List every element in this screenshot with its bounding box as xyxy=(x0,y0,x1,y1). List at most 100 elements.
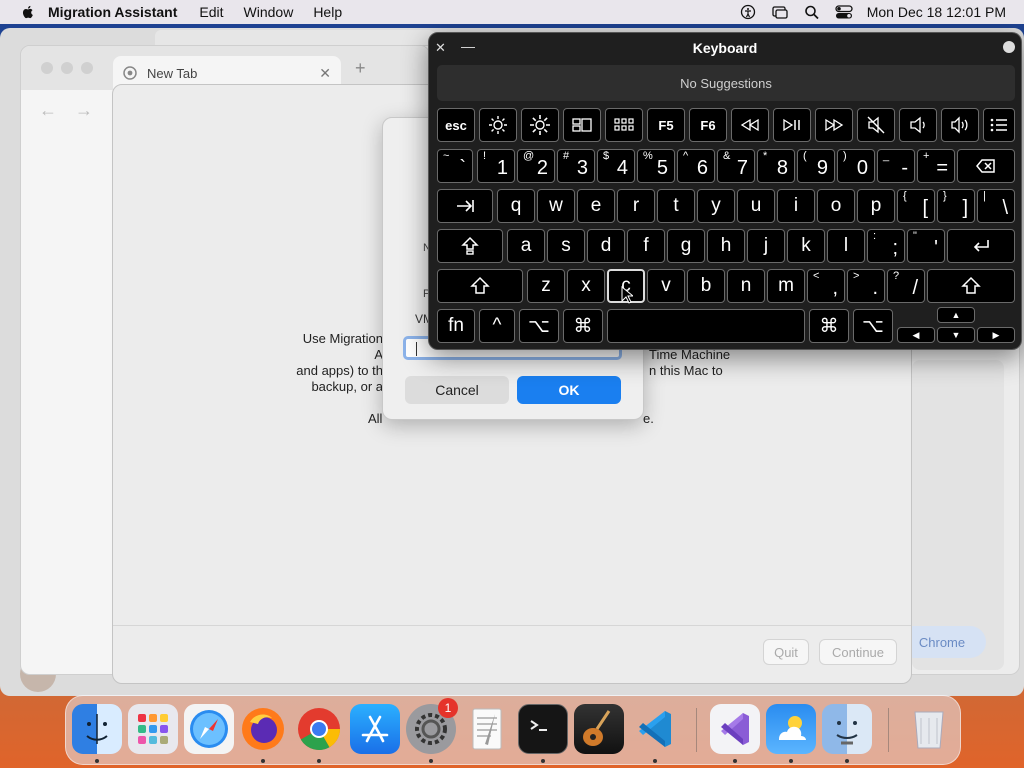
list-icon[interactable] xyxy=(983,108,1015,142)
key-x[interactable]: x xyxy=(567,269,605,303)
key-8[interactable]: * 8 xyxy=(757,149,795,183)
textedit-icon[interactable] xyxy=(462,704,512,754)
key-left-bracket[interactable]: {[ xyxy=(897,189,935,223)
key-u[interactable]: u xyxy=(737,189,775,223)
key-backslash[interactable]: | \ xyxy=(977,189,1015,223)
new-tab-icon[interactable]: + xyxy=(355,58,366,79)
key-q[interactable]: q xyxy=(497,189,535,223)
quit-button[interactable]: Quit xyxy=(763,639,809,665)
tab-icon[interactable] xyxy=(437,189,493,223)
caps-lock-icon[interactable] xyxy=(437,229,503,263)
left-shift-icon[interactable] xyxy=(437,269,523,303)
key-j[interactable]: j xyxy=(747,229,785,263)
continue-button[interactable]: Continue xyxy=(819,639,897,665)
visual-studio-icon[interactable] xyxy=(710,704,760,754)
key-space[interactable] xyxy=(607,309,805,343)
key-7[interactable]: & 7 xyxy=(717,149,755,183)
key-e[interactable]: e xyxy=(577,189,615,223)
arrow-left-icon[interactable]: ◀ xyxy=(897,327,935,343)
firefox-icon[interactable] xyxy=(238,704,288,754)
key-right-command[interactable]: ⌘ xyxy=(809,309,849,343)
key-left-option[interactable]: ⌥ xyxy=(519,309,559,343)
screen-mirroring-icon[interactable] xyxy=(771,4,789,20)
key-9[interactable]: (9 xyxy=(797,149,835,183)
migration-assistant-icon[interactable] xyxy=(822,704,872,754)
trash-icon[interactable] xyxy=(904,704,954,754)
key-h[interactable]: h xyxy=(707,229,745,263)
back-arrow-icon[interactable]: ← xyxy=(39,100,57,121)
weather-icon[interactable] xyxy=(766,704,816,754)
system-settings-icon[interactable]: 1 xyxy=(406,698,458,754)
zoom-window-button[interactable] xyxy=(81,62,93,74)
volume-down-icon[interactable] xyxy=(899,108,937,142)
key-0[interactable]: ) 0 xyxy=(837,149,875,183)
vscode-icon[interactable] xyxy=(630,704,680,754)
close-tab-icon[interactable]: ✕ xyxy=(319,65,331,82)
key-f5[interactable]: F5 xyxy=(647,108,685,142)
play-pause-icon[interactable] xyxy=(773,108,811,142)
menu-window[interactable]: Window xyxy=(244,4,294,20)
key-m[interactable]: m xyxy=(767,269,805,303)
key-w[interactable]: w xyxy=(537,189,575,223)
key-o[interactable]: o xyxy=(817,189,855,223)
arrow-down-icon[interactable]: ▼ xyxy=(937,327,975,343)
terminal-icon[interactable] xyxy=(518,704,568,754)
key-comma[interactable]: <, xyxy=(807,269,845,303)
key-d[interactable]: d xyxy=(587,229,625,263)
key-5[interactable]: % 5 xyxy=(637,149,675,183)
spotlight-search-icon[interactable] xyxy=(803,4,821,20)
key-i[interactable]: i xyxy=(777,189,815,223)
cancel-button[interactable]: Cancel xyxy=(405,376,509,404)
menu-help[interactable]: Help xyxy=(313,4,342,20)
key-n[interactable]: n xyxy=(727,269,765,303)
ok-button[interactable]: OK xyxy=(517,376,621,404)
key-z[interactable]: z xyxy=(527,269,565,303)
control-center-icon[interactable] xyxy=(835,4,853,20)
launchpad-icon[interactable] xyxy=(128,704,178,754)
key-f[interactable]: f xyxy=(627,229,665,263)
key-equals[interactable]: + = xyxy=(917,149,955,183)
key-g[interactable]: g xyxy=(667,229,705,263)
key-minus[interactable]: _ - xyxy=(877,149,915,183)
arrow-up-icon[interactable]: ▲ xyxy=(937,307,975,323)
accessibility-icon[interactable] xyxy=(739,4,757,20)
close-window-button[interactable] xyxy=(41,62,53,74)
right-shift-icon[interactable] xyxy=(927,269,1015,303)
mute-icon[interactable] xyxy=(857,108,895,142)
mission-control-icon[interactable] xyxy=(563,108,601,142)
safari-icon[interactable] xyxy=(184,704,234,754)
app-store-icon[interactable] xyxy=(350,704,400,754)
menu-clock[interactable]: Mon Dec 18 12:01 PM xyxy=(867,4,1006,20)
volume-up-icon[interactable] xyxy=(941,108,979,142)
key-semicolon[interactable]: :; xyxy=(867,229,905,263)
menu-edit[interactable]: Edit xyxy=(199,4,223,20)
key-f6[interactable]: F6 xyxy=(689,108,727,142)
launchpad-icon[interactable] xyxy=(605,108,643,142)
key-right-bracket[interactable]: }] xyxy=(937,189,975,223)
delete-icon[interactable] xyxy=(957,149,1015,183)
key-6[interactable]: ^ 6 xyxy=(677,149,715,183)
key-v[interactable]: v xyxy=(647,269,685,303)
key-fn[interactable]: fn xyxy=(437,309,475,343)
key-right-option[interactable]: ⌥ xyxy=(853,309,893,343)
fast-forward-icon[interactable] xyxy=(815,108,853,142)
key-backtick[interactable]: ~ ` xyxy=(437,149,473,183)
key-l[interactable]: l xyxy=(827,229,865,263)
key-4[interactable]: $4 xyxy=(597,149,635,183)
apple-icon[interactable] xyxy=(20,4,36,20)
options-icon[interactable] xyxy=(1003,41,1015,53)
finder-icon[interactable] xyxy=(72,704,122,754)
key-slash[interactable]: ? / xyxy=(887,269,925,303)
key-esc[interactable]: esc xyxy=(437,108,475,142)
key-p[interactable]: p xyxy=(857,189,895,223)
key-a[interactable]: a xyxy=(507,229,545,263)
key-quote[interactable]: " ' xyxy=(907,229,945,263)
app-menu[interactable]: Migration Assistant xyxy=(48,4,177,20)
key-k[interactable]: k xyxy=(787,229,825,263)
arrow-right-icon[interactable]: ▶ xyxy=(977,327,1015,343)
minimize-window-button[interactable] xyxy=(61,62,73,74)
key-control[interactable]: ^ xyxy=(479,309,515,343)
rewind-icon[interactable] xyxy=(731,108,769,142)
key-b[interactable]: b xyxy=(687,269,725,303)
key-t[interactable]: t xyxy=(657,189,695,223)
